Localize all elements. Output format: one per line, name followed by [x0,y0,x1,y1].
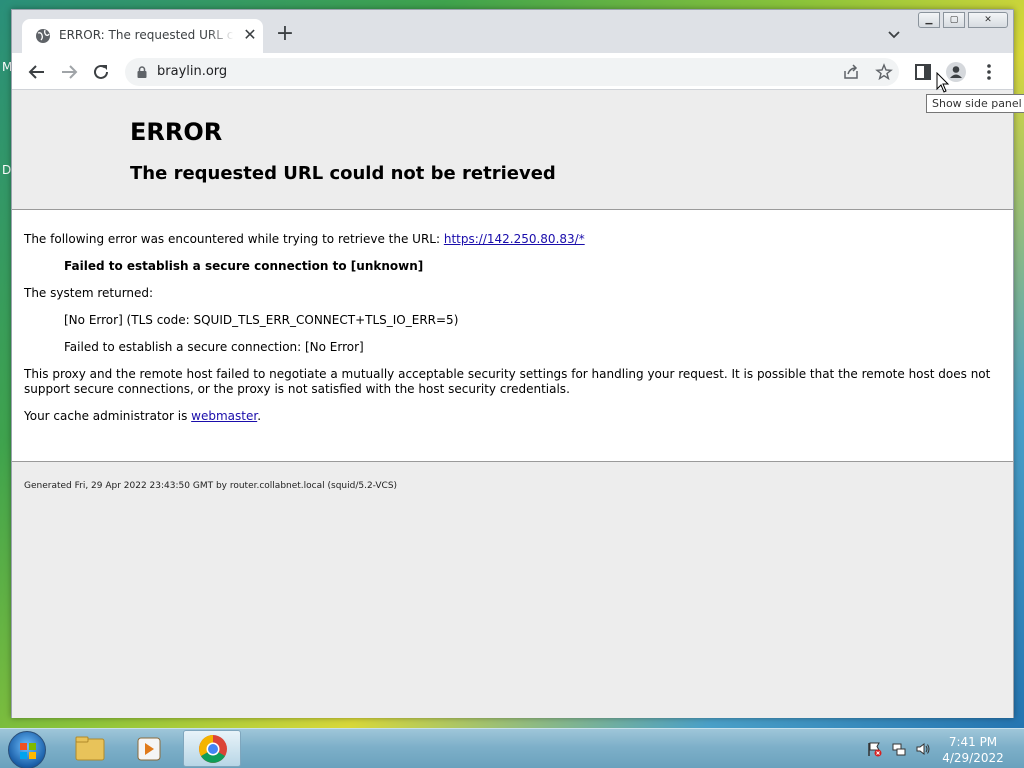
lock-icon[interactable] [135,65,149,79]
chevron-down-icon[interactable] [885,26,903,44]
desktop-icon-label: D [2,163,12,177]
taskbar-chrome[interactable] [183,730,241,767]
taskbar: 7:41 PM 4/29/2022 [0,728,1024,768]
url-text: braylin.org [157,64,228,79]
taskbar-explorer[interactable] [61,730,119,767]
tooltip: Show side panel [926,94,1024,113]
error-url-line: The following error was encountered whil… [24,232,585,246]
browser-window: ERROR: The requested URL could not be re… [11,9,1014,718]
page-content: ERROR The requested URL could not be ret… [12,91,1013,718]
more-menu-icon[interactable] [978,61,1000,83]
action-center-flag-icon[interactable] [866,741,882,757]
page-footer: Generated Fri, 29 Apr 2022 23:43:50 GMT … [24,481,398,491]
media-player-icon [137,737,161,761]
address-bar[interactable]: braylin.org [125,58,899,86]
system-clock[interactable]: 7:41 PM 4/29/2022 [940,734,1006,766]
back-arrow-icon[interactable] [26,61,48,83]
error-details: The following error was encountered whil… [12,209,1013,462]
minimize-button[interactable]: ▁ [918,12,940,28]
volume-icon[interactable] [915,741,931,757]
explanation-text: This proxy and the remote host failed to… [24,367,991,396]
maximize-button[interactable]: ▢ [943,12,965,28]
tab-strip: ERROR: The requested URL could not be re… [12,10,1013,53]
browser-toolbar: braylin.org [12,53,1013,90]
start-button[interactable] [8,731,46,768]
mouse-cursor-icon [936,72,950,93]
error-url-link[interactable]: https://142.250.80.83/* [444,232,585,246]
tab-title: ERROR: The requested URL could not be re… [59,28,234,42]
admin-line: Your cache administrator is webmaster. [24,409,262,423]
failed-connection-title: Failed to establish a secure connection … [64,259,424,273]
system-returned-label: The system returned: [24,286,154,300]
webmaster-link[interactable]: webmaster [191,409,257,423]
close-window-button[interactable]: ✕ [968,12,1008,28]
close-tab-icon[interactable]: ✕ [241,26,259,44]
folder-icon [75,736,105,761]
page-subtitle: The requested URL could not be retrieved [130,163,556,184]
forward-arrow-icon[interactable] [58,61,80,83]
clock-date: 4/29/2022 [942,751,1004,765]
share-icon[interactable] [842,63,860,81]
reload-icon[interactable] [90,61,112,83]
side-panel-icon[interactable] [912,61,934,83]
globe-icon [36,29,50,43]
network-icon[interactable] [891,741,907,757]
new-tab-button[interactable]: + [274,23,296,46]
page-title: ERROR [130,118,223,146]
windows-logo-icon [20,743,36,759]
failed-connection-detail: Failed to establish a secure connection:… [64,340,364,354]
clock-time: 7:41 PM [948,735,998,749]
chrome-icon [199,735,227,763]
tls-code-text: [No Error] (TLS code: SQUID_TLS_ERR_CONN… [64,313,459,327]
bookmark-star-icon[interactable] [875,63,893,81]
browser-tab[interactable]: ERROR: The requested URL could not be re… [22,19,263,53]
taskbar-media-player[interactable] [121,730,179,767]
